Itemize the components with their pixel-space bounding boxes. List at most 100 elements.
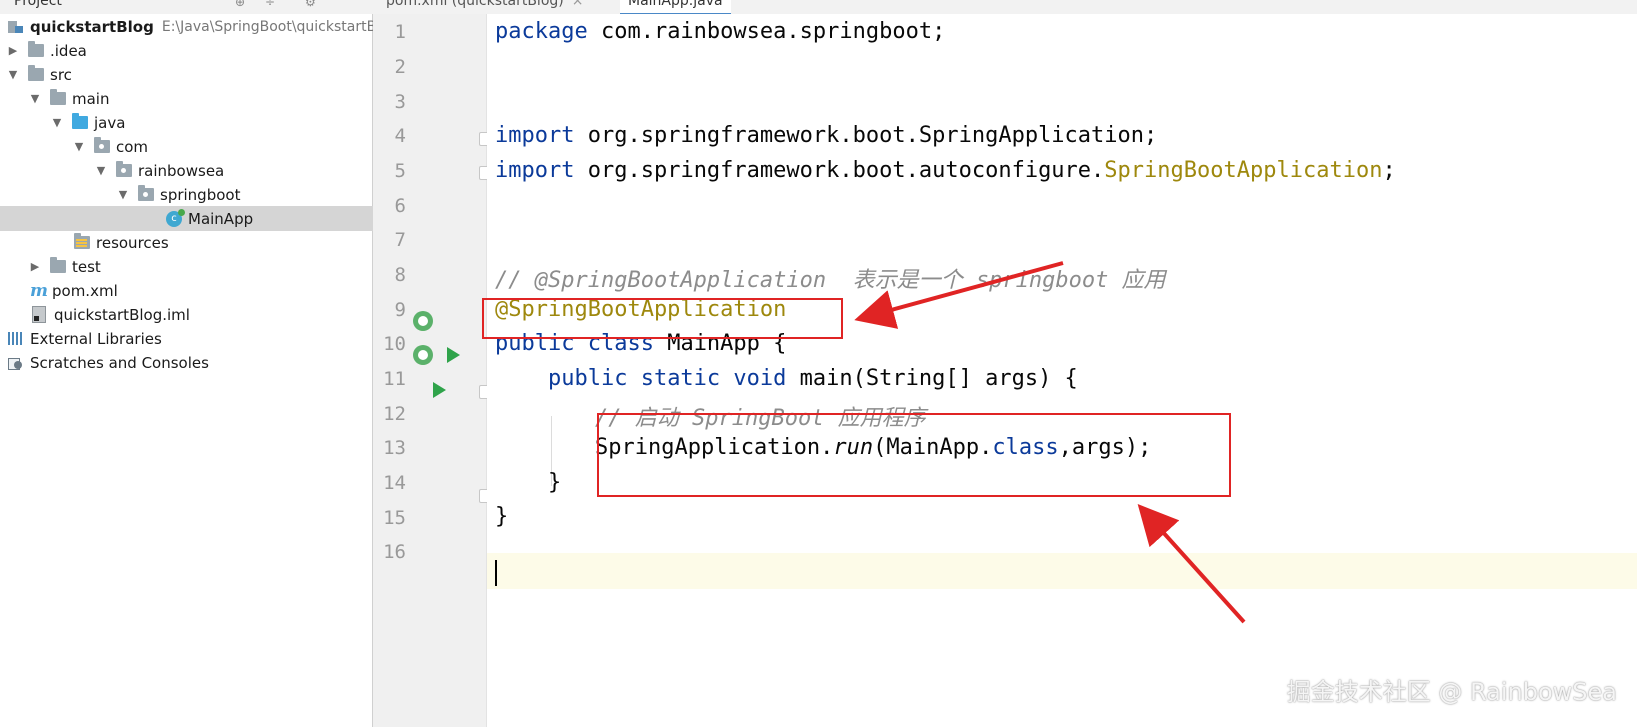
tree-item-pom[interactable]: m pom.xml (0, 278, 402, 303)
line-number: 8 (394, 264, 406, 286)
tree-item-label: quickstartBlog.iml (54, 305, 190, 324)
tree-item-label: src (50, 65, 72, 84)
code-text: main(String[] args) { (786, 366, 1078, 391)
code-line-4: import org.springframework.boot.SpringAp… (495, 123, 1157, 148)
chevron-right-icon[interactable]: ▶ (30, 260, 40, 273)
collapse-icon[interactable]: ÷ (265, 0, 277, 9)
tree-item-root[interactable]: quickstartBlog E:\Java\SpringBoot\quicks… (0, 14, 380, 39)
package-icon (116, 161, 132, 177)
tree-item-label: springboot (160, 185, 241, 204)
line-number: 7 (394, 229, 406, 251)
line-number: 6 (394, 195, 406, 217)
source-folder-icon (72, 113, 88, 129)
package-icon (94, 137, 110, 153)
spring-bean-gutter-icon[interactable] (413, 345, 433, 365)
resources-folder-icon (74, 233, 90, 249)
chevron-down-icon[interactable]: ▼ (96, 164, 106, 177)
run-icon[interactable] (447, 347, 460, 363)
tree-item-label: main (72, 89, 110, 108)
tree-item-label: .idea (50, 41, 87, 60)
line-number: 11 (383, 368, 406, 390)
line-number: 13 (383, 437, 406, 459)
tree-item-java[interactable]: ▼ java (0, 110, 424, 135)
line-number: 15 (383, 507, 406, 529)
folder-icon (28, 41, 44, 57)
chevron-down-icon[interactable]: ▼ (118, 188, 128, 201)
line-number: 1 (394, 21, 406, 43)
run-icon[interactable] (433, 382, 446, 398)
tree-item-label: java (94, 113, 126, 132)
folder-icon (50, 257, 66, 273)
tree-item-label: MainApp (188, 209, 254, 228)
tree-item-iml[interactable]: quickstartBlog.iml (0, 302, 404, 327)
chevron-down-icon[interactable]: ▼ (8, 68, 18, 81)
code-line-1: package com.rainbowsea.springboot; (495, 19, 945, 44)
line-number: 2 (394, 56, 406, 78)
line-number: 9 (394, 299, 406, 321)
package-icon (138, 185, 154, 201)
project-panel: quickstartBlog E:\Java\SpringBoot\quicks… (0, 14, 538, 727)
tree-item-label: External Libraries (30, 329, 162, 348)
text-caret (495, 560, 497, 586)
code-text: org.springframework.boot.SpringApplicati… (574, 123, 1158, 148)
tab-pom-xml[interactable]: pom.xml (quickstartBlog) × (378, 0, 591, 13)
line-number: 12 (383, 403, 406, 425)
tree-item-label: pom.xml (52, 281, 118, 300)
highlight-box-run-call (597, 413, 1231, 497)
maven-icon: m (30, 280, 48, 301)
tree-item-test[interactable]: ▶ test (0, 254, 402, 279)
gear-icon[interactable]: ⚙ (305, 0, 317, 9)
chevron-down-icon[interactable]: ▼ (52, 116, 62, 129)
spring-bean-gutter-icon[interactable] (413, 311, 433, 331)
code-line-5: import org.springframework.boot.autoconf… (495, 158, 1396, 183)
annotation-text: SpringBootApplication (1104, 158, 1383, 183)
folder-icon (50, 89, 66, 105)
tree-item-label: com (116, 137, 149, 156)
line-number: 5 (394, 160, 406, 182)
chevron-right-icon[interactable]: ▶ (8, 44, 18, 57)
tree-item-src[interactable]: ▼ src (0, 62, 380, 87)
project-view-label[interactable]: Project (14, 0, 62, 9)
tree-item-label: test (72, 257, 101, 276)
line-number: 14 (383, 472, 406, 494)
keyword: import (495, 123, 575, 148)
close-icon[interactable]: × (572, 0, 584, 9)
tree-item-label: resources (96, 233, 169, 252)
module-file-icon (32, 306, 46, 323)
tab-mainapp-label: MainApp.java (628, 0, 723, 9)
library-icon (8, 332, 24, 345)
code-line-8: // @SpringBootApplication 表示是一个 springbo… (495, 268, 1166, 293)
keyword: import (495, 158, 575, 183)
line-number: 4 (394, 125, 406, 147)
code-editor[interactable]: package com.rainbowsea.springboot; impor… (487, 14, 1637, 727)
top-tab-bar: Project ⊕ ÷ ⚙ pom.xml (quickstartBlog) × … (0, 0, 1637, 15)
code-line-14: } (495, 470, 562, 495)
code-text: com.rainbowsea.springboot; (587, 19, 946, 44)
line-number: 3 (394, 91, 406, 113)
chevron-down-icon[interactable]: ▼ (74, 140, 84, 153)
tree-item-label: rainbowsea (138, 161, 225, 180)
code-line-15: } (495, 504, 509, 529)
folder-icon (28, 65, 44, 81)
tree-item-scratches[interactable]: Scratches and Consoles (0, 350, 380, 375)
code-text: ; (1382, 158, 1396, 183)
target-icon[interactable]: ⊕ (235, 0, 247, 9)
tab-mainapp-java[interactable]: MainApp.java (620, 0, 731, 14)
current-line-highlight (487, 553, 1637, 589)
keyword: public static void (547, 366, 787, 391)
tree-item-label: Scratches and Consoles (30, 353, 209, 372)
project-path: E:\Java\SpringBoot\quickstartB (161, 18, 377, 35)
watermark: 掘金技术社区 @ RainbowSea (1286, 678, 1617, 706)
tree-item-external-libraries[interactable]: External Libraries (0, 326, 380, 351)
tab-pom-label: pom.xml (quickstartBlog) (386, 0, 564, 9)
chevron-down-icon[interactable]: ▼ (30, 92, 40, 105)
project-icon (8, 20, 24, 34)
keyword: package (495, 19, 588, 44)
scratches-icon (8, 356, 24, 370)
tree-item-idea[interactable]: ▶ .idea (0, 38, 380, 63)
code-line-11: public static void main(String[] args) { (495, 366, 1078, 391)
tree-item-label: quickstartBlog (30, 17, 154, 36)
line-number: 10 (383, 333, 406, 355)
tree-item-main[interactable]: ▼ main (0, 86, 402, 111)
